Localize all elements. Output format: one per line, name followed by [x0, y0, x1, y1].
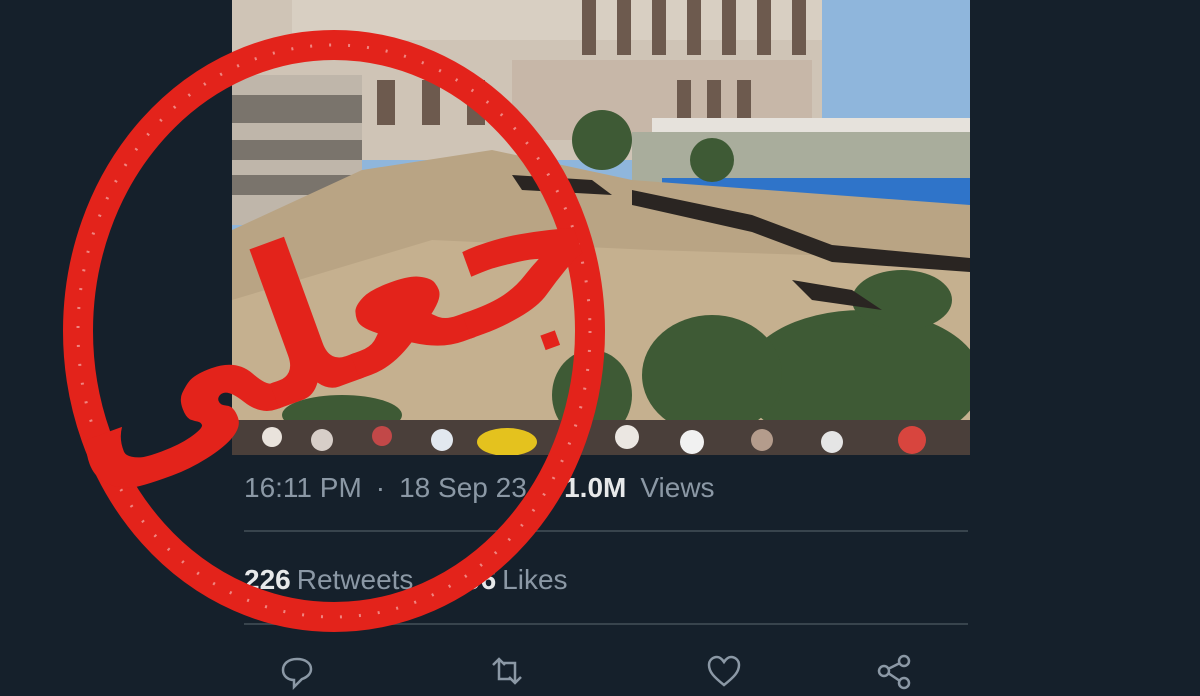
meta-separator: ·	[375, 472, 386, 503]
views-label: Views	[640, 472, 715, 503]
reply-button[interactable]	[277, 651, 317, 691]
tweet-photo[interactable]	[232, 0, 970, 455]
likes-label: Likes	[502, 564, 568, 595]
engagement-stats: 226 Retweets 696 Likes	[244, 560, 568, 600]
retweets-stat[interactable]: 226 Retweets	[244, 564, 413, 596]
tweet-card: 16:11 PM · 18 Sep 23 · 1.0M Views 226 Re…	[232, 0, 970, 691]
views-count[interactable]: 1.0M	[564, 472, 626, 504]
retweet-icon	[492, 657, 522, 685]
action-bar	[232, 645, 970, 691]
likes-count: 696	[449, 564, 497, 595]
meta-separator: ·	[540, 472, 551, 503]
reply-icon	[281, 657, 313, 691]
retweets-label: Retweets	[296, 564, 414, 595]
divider	[244, 530, 968, 532]
like-icon	[707, 655, 741, 687]
retweet-button[interactable]	[487, 651, 527, 691]
tweet-time: 16:11 PM	[244, 472, 362, 503]
likes-stat[interactable]: 696 Likes	[449, 564, 567, 596]
crowd-hillside-photo	[232, 0, 970, 455]
tweet-meta: 16:11 PM · 18 Sep 23 · 1.0M Views	[244, 468, 715, 508]
share-button[interactable]	[874, 651, 914, 691]
like-button[interactable]	[704, 651, 744, 691]
divider	[244, 623, 968, 625]
retweets-count: 226	[244, 564, 291, 595]
share-icon	[877, 654, 911, 690]
tweet-date[interactable]: 18 Sep 23	[399, 472, 527, 504]
